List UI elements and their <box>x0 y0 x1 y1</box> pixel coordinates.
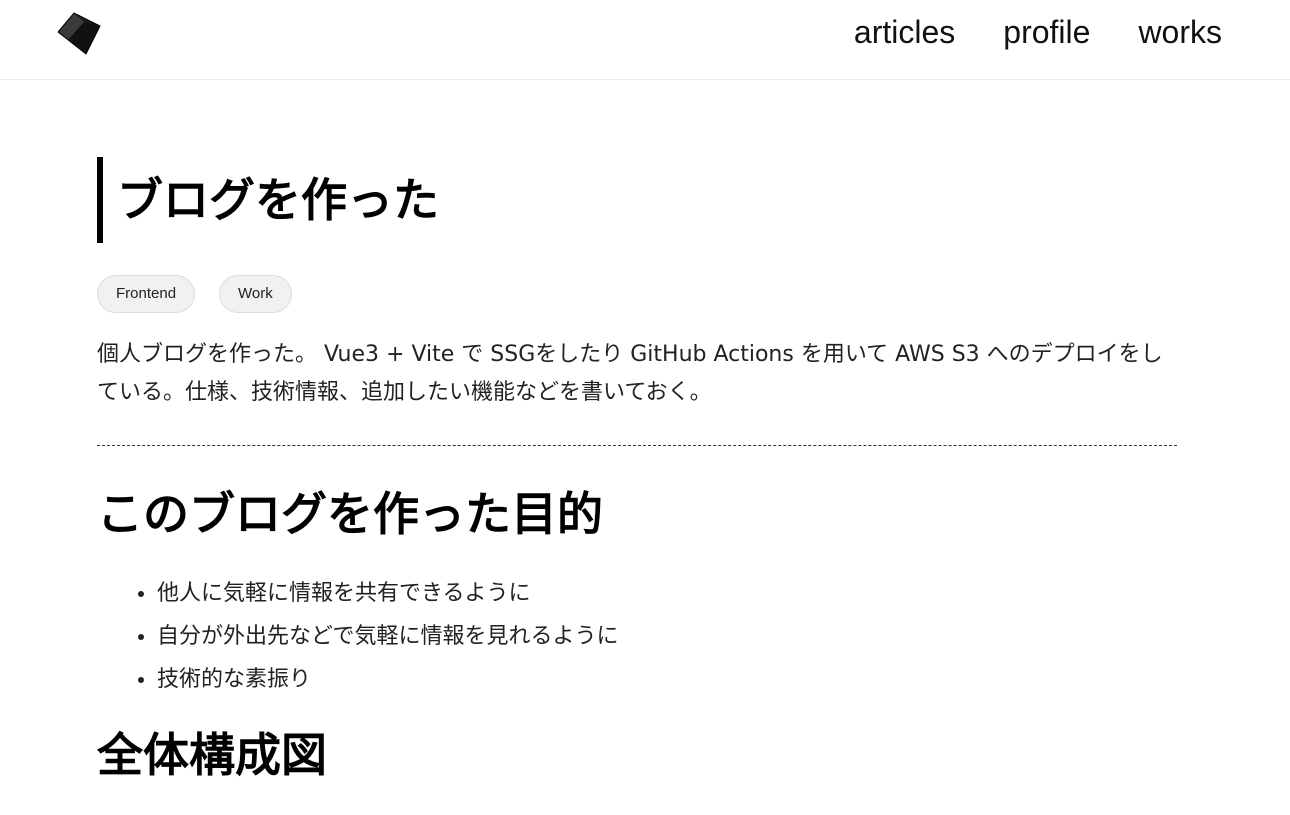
tag-frontend[interactable]: Frontend <box>97 275 196 313</box>
title-block: ブログを作った <box>97 157 1177 243</box>
article-content: ブログを作った Frontend Work 個人ブログを作った。 Vue3 + … <box>97 80 1177 783</box>
diamond-cube-logo-icon <box>57 12 101 55</box>
nav-profile-link[interactable]: profile <box>1003 12 1090 52</box>
nav-articles-link[interactable]: articles <box>854 12 955 52</box>
site-header: articles profile works <box>0 0 1290 80</box>
main-nav: articles profile works <box>854 12 1222 52</box>
list-item: 自分が外出先などで気軽に情報を見れるように <box>157 615 1177 658</box>
article-intro: 個人ブログを作った。 Vue3 + Vite で SSGをしたり GitHub … <box>97 342 1163 405</box>
tag-list: Frontend Work <box>97 275 1177 313</box>
section-heading-purpose: このブログを作った目的 <box>97 487 603 541</box>
page-title: ブログを作った <box>117 173 439 227</box>
list-item: 技術的な素振り <box>157 658 1177 701</box>
section-heading-architecture: 全体構成図 <box>97 728 327 782</box>
list-item: 他人に気軽に情報を共有できるように <box>157 572 1177 615</box>
nav-works-link[interactable]: works <box>1138 12 1222 52</box>
tag-work[interactable]: Work <box>219 275 292 313</box>
section-divider <box>97 445 1177 446</box>
purpose-list: 他人に気軽に情報を共有できるように 自分が外出先などで気軽に情報を見れるように … <box>97 572 1177 701</box>
